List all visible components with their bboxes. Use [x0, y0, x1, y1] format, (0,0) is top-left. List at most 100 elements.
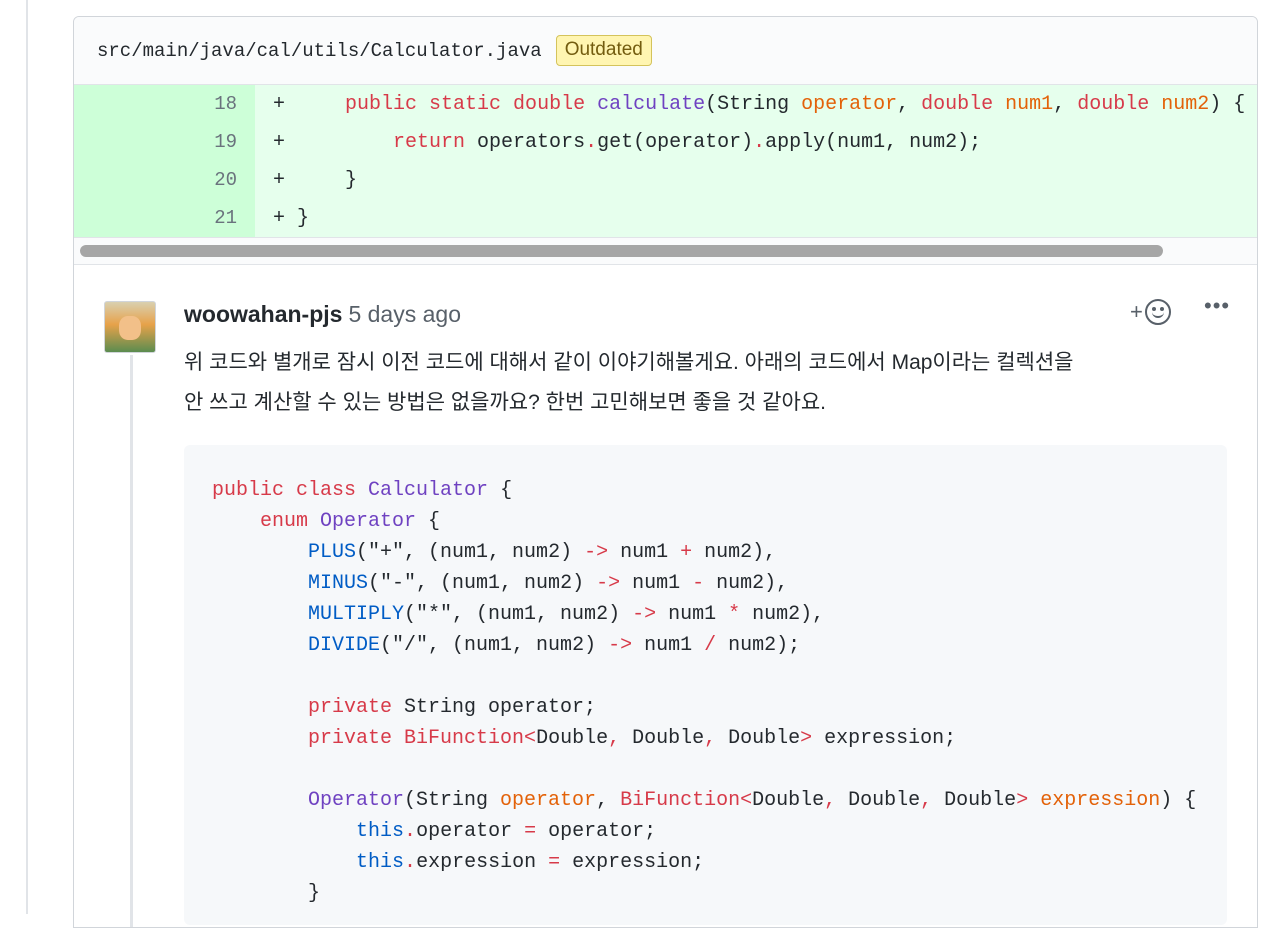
code-token: apply(num1, num2);	[765, 130, 982, 154]
code-token: calculate	[597, 92, 706, 116]
diff-line: 18 + public static double calculate(Strin…	[74, 85, 1257, 123]
code-token: .	[753, 130, 766, 154]
code-token: =	[524, 820, 537, 843]
review-comment-box: src/main/java/cal/utils/Calculator.java …	[73, 16, 1258, 928]
code-token: *	[728, 603, 741, 626]
timeline-rail	[26, 0, 28, 914]
code-token: String operator;	[404, 696, 597, 719]
code-token: ,	[1053, 92, 1078, 116]
diff-line: 20 + }	[74, 161, 1257, 199]
code-line: MULTIPLY("*", (num1, num2) -> num1 * num…	[212, 599, 1227, 630]
code-token: .	[404, 820, 417, 843]
code-token: .	[404, 851, 417, 874]
more-options-button[interactable]: •••	[1204, 293, 1230, 319]
code-token: operator	[416, 820, 525, 843]
code-line: public class Calculator {	[212, 475, 1227, 506]
file-path-link[interactable]: src/main/java/cal/utils/Calculator.java	[97, 40, 542, 62]
code-token: double	[1077, 92, 1162, 116]
comment-author[interactable]: woowahan-pjs	[184, 301, 342, 327]
diff-prefix: +	[273, 206, 298, 230]
code-token: expression	[1040, 789, 1161, 812]
code-line: MINUS("-", (num1, num2) -> num1 - num2),	[212, 568, 1227, 599]
scrollbar-thumb[interactable]	[80, 245, 1163, 257]
code-token: Double	[536, 727, 609, 750]
code-token: =	[548, 851, 561, 874]
diff-prefix: +	[273, 168, 298, 192]
code-token: >	[1016, 789, 1041, 812]
code-token: ,	[897, 92, 922, 116]
comment-header: woowahan-pjs 5 days ago	[184, 301, 461, 328]
code-token: Double	[632, 727, 705, 750]
code-line: PLUS("+", (num1, num2) -> num1 + num2),	[212, 537, 1227, 568]
code-token: get(operator)	[597, 130, 754, 154]
code-token: num2);	[716, 634, 801, 657]
code-token: }	[212, 882, 321, 905]
code-token: ->	[596, 572, 621, 595]
code-line: this.operator = operator;	[212, 816, 1227, 847]
code-token: DIVIDE	[308, 634, 381, 657]
code-token: }	[297, 168, 358, 192]
code-token: {	[488, 479, 513, 502]
avatar[interactable]	[104, 301, 156, 353]
code-token: this	[356, 820, 405, 843]
comment-text-line: 위 코드와 별개로 잠시 이전 코드에 대해서 같이 이야기해볼게요. 아래의 …	[184, 351, 1074, 374]
code-token: BiFunction<	[620, 789, 753, 812]
diff-line: 21 + }	[74, 199, 1257, 237]
code-token: Operator	[320, 510, 417, 533]
diff-prefix: +	[273, 130, 298, 154]
code-token: num1	[632, 634, 705, 657]
code-token: ,	[704, 727, 729, 750]
code-token: operator;	[536, 820, 657, 843]
code-token: MINUS	[308, 572, 369, 595]
code-token: ,	[596, 789, 621, 812]
line-code: + public static double calculate(String …	[255, 85, 1257, 123]
line-number[interactable]: 21	[74, 199, 255, 237]
code-token: /	[704, 634, 717, 657]
code-line: DIVIDE("/", (num1, num2) -> num1 / num2)…	[212, 630, 1227, 661]
line-number[interactable]: 18	[74, 85, 255, 123]
outdated-badge: Outdated	[555, 35, 652, 66]
code-token: ->	[608, 634, 633, 657]
code-block: public class Calculator { enum Operator …	[184, 445, 1227, 925]
code-token: enum	[260, 510, 321, 533]
line-code: + }	[255, 161, 1257, 199]
code-token: .	[585, 130, 598, 154]
diff-prefix: +	[273, 92, 298, 116]
comment-text-line: 안 쓰고 계산할 수 있는 방법은 없을까요? 한번 고민해보면 좋을 것 같아…	[184, 391, 826, 414]
code-token: ("/", (num1, num2)	[380, 634, 609, 657]
code-token: ->	[632, 603, 657, 626]
add-reaction-button[interactable]: +	[1130, 299, 1171, 325]
code-token: num2),	[692, 541, 777, 564]
code-token: public static double	[345, 92, 598, 116]
code-token: (String	[404, 789, 501, 812]
code-token: operator	[801, 92, 898, 116]
code-token: double	[921, 92, 1006, 116]
code-token: this	[356, 851, 405, 874]
horizontal-scrollbar[interactable]	[74, 237, 1257, 265]
code-token: ,	[824, 789, 849, 812]
code-token: expression;	[824, 727, 957, 750]
line-code: + }	[255, 199, 1257, 237]
code-token: expression;	[560, 851, 705, 874]
comment-timestamp[interactable]: 5 days ago	[348, 301, 461, 327]
smiley-icon	[1144, 299, 1171, 325]
line-number[interactable]: 20	[74, 161, 255, 199]
line-number[interactable]: 19	[74, 123, 255, 161]
code-token: ,	[920, 789, 945, 812]
code-content: public class Calculator { enum Operator …	[184, 445, 1227, 909]
code-token: ,	[608, 727, 633, 750]
code-token: Double	[944, 789, 1017, 812]
code-token: Operator	[308, 789, 405, 812]
code-token: Calculator	[368, 479, 489, 502]
code-token: >	[800, 727, 825, 750]
code-token: operators	[465, 130, 586, 154]
